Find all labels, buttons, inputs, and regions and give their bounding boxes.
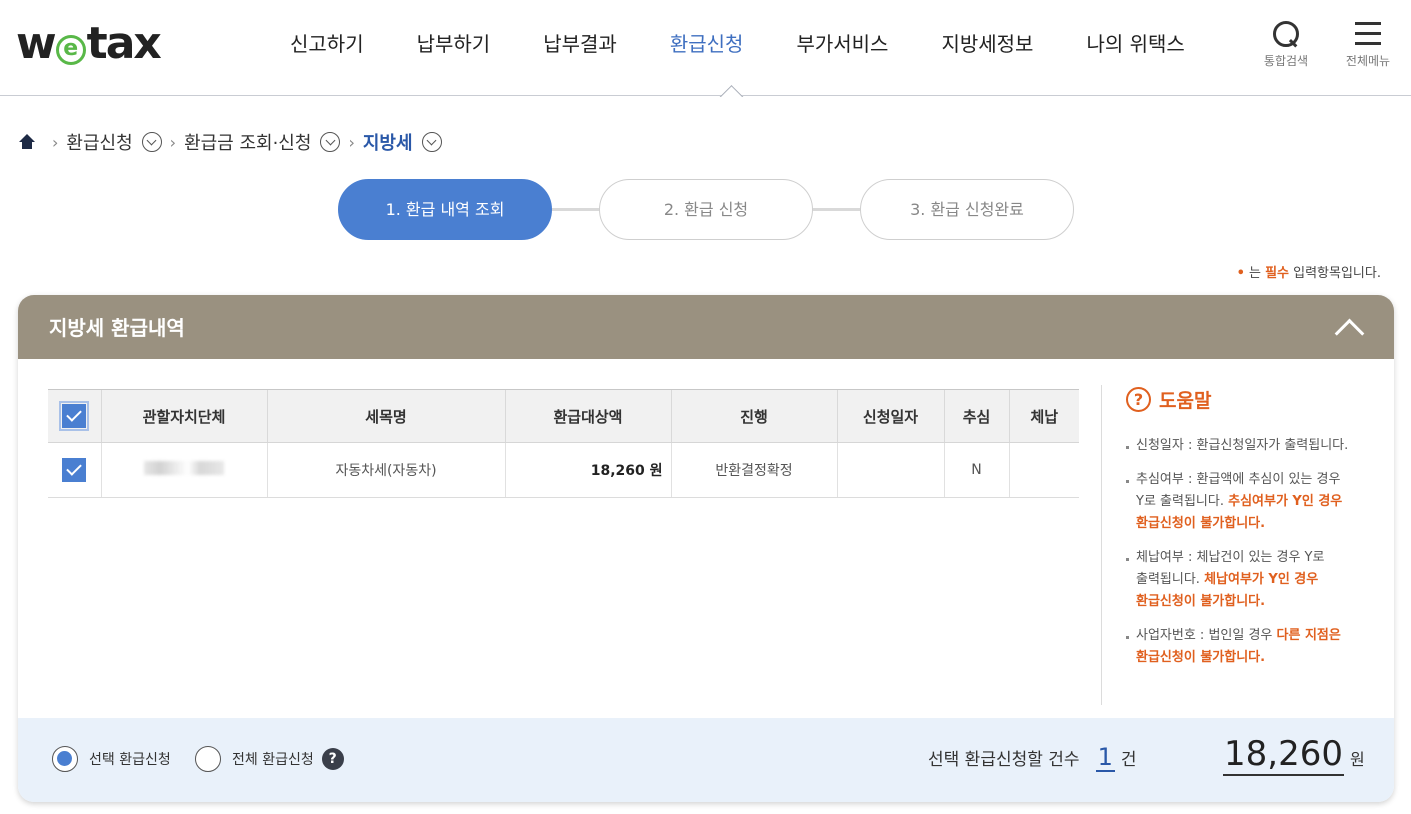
- col-header-apply-date: 신청일자: [836, 389, 944, 443]
- hamburger-menu-icon: [1355, 20, 1381, 48]
- col-header-collection: 추심: [943, 389, 1009, 443]
- total-amount-value: 18,260: [1223, 734, 1344, 776]
- select-all-cell: [48, 389, 101, 443]
- required-note: • 는 필수 입력항목입니다.: [1236, 266, 1381, 281]
- active-nav-pointer: [717, 81, 747, 97]
- search-icon: [1272, 20, 1300, 48]
- refund-table: 관할자치단체 세목명 환급대상액 진행 신청일자 추심 체납 자동차세(자동차)…: [48, 389, 1079, 498]
- radio-selected-refund[interactable]: 선택 환급신청: [52, 746, 171, 772]
- chevron-down-icon[interactable]: [141, 132, 162, 152]
- cell-collection: N: [943, 442, 1009, 498]
- breadcrumb: › 환급신청 › 환급금 조회·신청 › 지방세: [18, 128, 442, 156]
- radio-all-refund[interactable]: 전체 환급신청 ?: [195, 746, 344, 772]
- main-nav: 신고하기 납부하기 납부결과 환급신청 부가서비스 지방세정보 나의 위택스: [290, 30, 1238, 58]
- nav-item-pay-result[interactable]: 납부결과: [543, 30, 617, 58]
- home-icon[interactable]: [18, 134, 36, 150]
- selected-count: 선택 환급신청할 건수 1 건: [928, 744, 1137, 772]
- help-item-business-number: 사업자번호 : 법인일 경우 다른 지점은 환급신청이 불가합니다.: [1126, 625, 1363, 669]
- breadcrumb-item-refund[interactable]: 환급신청: [66, 129, 132, 155]
- step-1-refund-inquiry: 1. 환급 내역 조회: [338, 179, 552, 240]
- help-box: ? 도움말 신청일자 : 환급신청일자가 출력됩니다. 추심여부 : 환급액에 …: [1101, 385, 1363, 705]
- total-amount: 18,260 원: [1223, 734, 1365, 776]
- nav-item-pay[interactable]: 납부하기: [417, 30, 491, 58]
- step-connector: [811, 208, 861, 211]
- logo-text-tax: tax: [86, 18, 162, 69]
- nav-item-local-tax-info[interactable]: 지방세정보: [941, 30, 1033, 58]
- radio-selected-circle[interactable]: [52, 746, 78, 772]
- cell-amount: 18,260 원: [504, 442, 671, 498]
- chevron-down-icon[interactable]: [421, 132, 442, 152]
- search-label: 통합검색: [1263, 54, 1309, 68]
- row-checkbox[interactable]: [62, 458, 87, 482]
- cell-arrears: [1008, 442, 1079, 498]
- cell-status: 반환결정확정: [670, 442, 837, 498]
- panel-footer: 선택 환급신청 전체 환급신청 ? 선택 환급신청할 건수 1 건 18,260…: [18, 718, 1394, 802]
- logo-text-w: w: [16, 18, 57, 69]
- site-header: w e tax 신고하기 납부하기 납부결과 환급신청 부가서비스 지방세정보 나의…: [0, 0, 1411, 96]
- select-all-checkbox[interactable]: [59, 401, 90, 431]
- help-item-collection: 추심여부 : 환급액에 추심이 있는 경우 Y로 출력됩니다. 추심여부가 Y인…: [1126, 469, 1363, 535]
- col-header-arrears: 체납: [1008, 389, 1079, 443]
- chevron-right-icon: ›: [348, 132, 355, 152]
- total-amount-unit: 원: [1349, 750, 1365, 769]
- table-header-row: 관할자치단체 세목명 환급대상액 진행 신청일자 추심 체납: [48, 389, 1079, 443]
- step-2-refund-apply: 2. 환급 신청: [599, 179, 813, 240]
- cell-apply-date: [836, 442, 944, 498]
- table-row: 자동차세(자동차) 18,260 원 반환결정확정 N: [48, 442, 1079, 498]
- all-menu-label: 전체메뉴: [1345, 54, 1391, 68]
- radio-all-label: 전체 환급신청: [232, 752, 314, 768]
- step-connector: [550, 208, 600, 211]
- nav-item-refund[interactable]: 환급신청: [670, 30, 744, 58]
- refund-list-panel: 지방세 환급내역 관할자치단체 세목명 환급대상액 진행 신청일자 추심 체납 …: [18, 295, 1394, 802]
- row-select-cell: [48, 442, 101, 498]
- count-unit: 건: [1120, 750, 1137, 770]
- count-value: 1: [1095, 743, 1115, 772]
- question-circle-icon: ?: [1126, 386, 1151, 412]
- chevron-down-icon[interactable]: [320, 132, 341, 152]
- panel-title: 지방세 환급내역: [49, 316, 185, 340]
- help-question-icon[interactable]: ?: [321, 748, 344, 770]
- help-title: ? 도움말: [1126, 385, 1363, 413]
- nav-item-report[interactable]: 신고하기: [290, 30, 364, 58]
- redacted-jurisdiction: [144, 461, 224, 475]
- panel-header: 지방세 환급내역: [18, 295, 1394, 359]
- collapse-chevron-up-icon[interactable]: [1332, 313, 1366, 343]
- radio-selected-label: 선택 환급신청: [89, 752, 171, 768]
- wetax-logo[interactable]: w e tax: [16, 18, 162, 69]
- progress-steps: 1. 환급 내역 조회 2. 환급 신청 3. 환급 신청완료: [338, 179, 1074, 240]
- nav-item-my-wetax[interactable]: 나의 위택스: [1086, 30, 1184, 58]
- help-item-arrears: 체납여부 : 체납건이 있는 경우 Y로 출력됩니다. 체납여부가 Y인 경우 …: [1126, 547, 1363, 613]
- cell-tax-name: 자동차세(자동차): [266, 442, 505, 498]
- radio-all-circle[interactable]: [195, 746, 221, 772]
- search-button[interactable]: 통합검색: [1251, 20, 1321, 69]
- col-header-jurisdiction: 관할자치단체: [100, 389, 267, 443]
- cell-jurisdiction: [100, 442, 267, 498]
- col-header-amount: 환급대상액: [504, 389, 671, 443]
- required-mark: •: [1236, 266, 1245, 281]
- logo-e-icon: e: [55, 35, 86, 65]
- chevron-right-icon: ›: [169, 132, 177, 152]
- breadcrumb-item-refund-inquiry[interactable]: 환급금 조회·신청: [184, 129, 311, 155]
- required-word: 필수: [1265, 266, 1289, 281]
- all-menu-button[interactable]: 전체메뉴: [1333, 20, 1403, 69]
- help-item-apply-date: 신청일자 : 환급신청일자가 출력됩니다.: [1126, 435, 1363, 457]
- breadcrumb-item-local-tax: 지방세: [362, 133, 413, 154]
- help-list: 신청일자 : 환급신청일자가 출력됩니다. 추심여부 : 환급액에 추심이 있는…: [1126, 435, 1363, 669]
- nav-item-extra-service[interactable]: 부가서비스: [796, 30, 888, 58]
- count-label: 선택 환급신청할 건수: [928, 750, 1080, 770]
- chevron-right-icon: ›: [52, 132, 59, 152]
- step-3-refund-complete: 3. 환급 신청완료: [860, 179, 1074, 240]
- col-header-status: 진행: [670, 389, 837, 443]
- col-header-tax-name: 세목명: [266, 389, 505, 443]
